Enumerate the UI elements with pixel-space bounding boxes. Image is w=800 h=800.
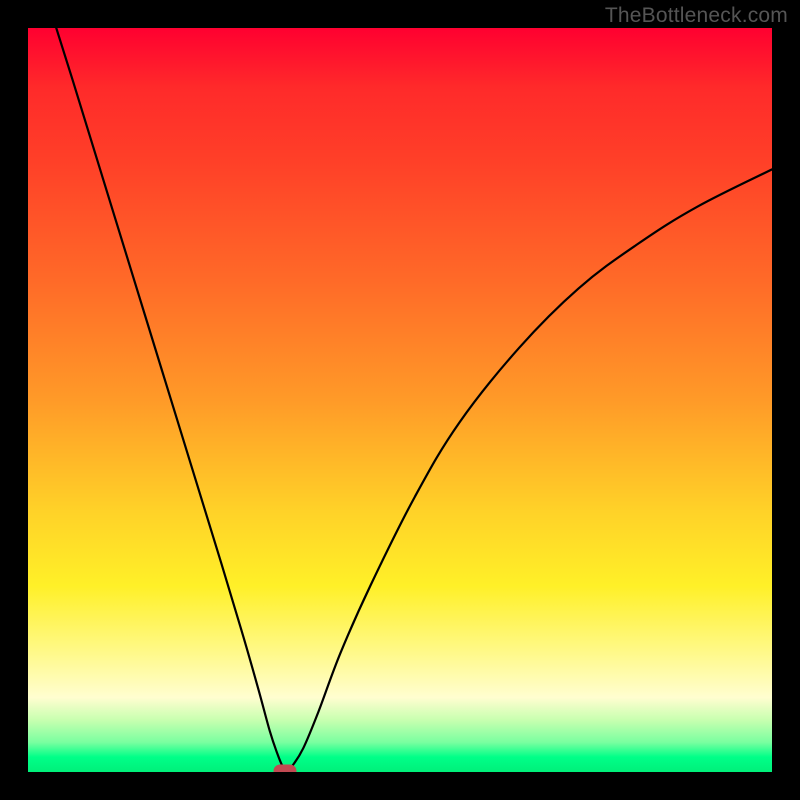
bottleneck-minimum-marker <box>274 764 297 772</box>
watermark-text: TheBottleneck.com <box>605 4 788 28</box>
bottleneck-curve-path <box>56 28 772 771</box>
chart-curve-svg <box>28 28 772 772</box>
chart-plot-area <box>28 28 772 772</box>
